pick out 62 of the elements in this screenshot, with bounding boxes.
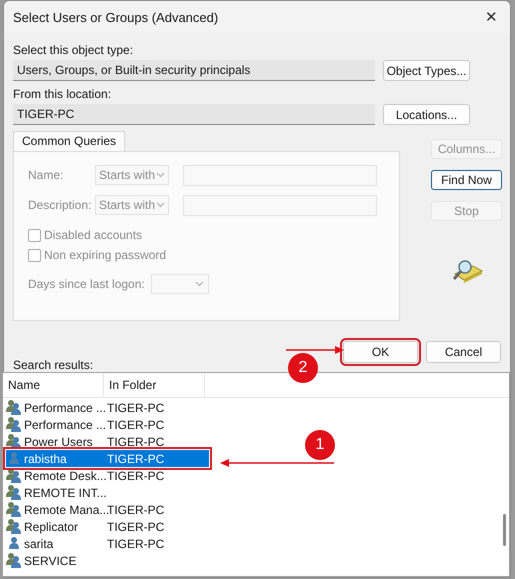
group-icon xyxy=(6,552,22,568)
checkbox-label: Non expiring password xyxy=(44,248,166,262)
result-row[interactable]: Power Users TIGER-PC xyxy=(6,433,209,450)
group-icon xyxy=(6,416,22,432)
user-icon xyxy=(6,536,22,552)
chevron-icon xyxy=(156,202,165,208)
result-row[interactable]: rabistha TIGER-PC xyxy=(6,450,209,467)
field-label: From this location: xyxy=(13,87,112,101)
row-name: Performance ... xyxy=(24,400,106,414)
row-name: REMOTE INT... xyxy=(24,486,107,500)
group-icon xyxy=(6,400,22,416)
row-name: Replicator xyxy=(24,520,78,534)
row-folder: TIGER-PC xyxy=(106,418,164,432)
result-row[interactable]: SERVICE xyxy=(6,552,209,569)
window-title: Select Users or Groups (Advanced) xyxy=(13,10,218,24)
row-name: SERVICE xyxy=(24,554,76,568)
arrow xyxy=(286,345,346,355)
field-label: Days since last logon: xyxy=(28,277,145,291)
row-name: Remote Mana... xyxy=(24,502,110,516)
row-name: Performance ... xyxy=(24,418,106,432)
group-icon xyxy=(6,468,22,484)
result-row[interactable]: Performance ...TIGER-PC xyxy=(6,399,209,416)
column-header[interactable]: In Folder xyxy=(104,373,205,397)
row-folder: TIGER-PC xyxy=(106,400,164,414)
result-row[interactable]: sarita TIGER-PC xyxy=(6,535,209,552)
group-icon xyxy=(6,518,22,534)
results-label: Search results: xyxy=(13,358,94,372)
field-label: Name: xyxy=(28,168,64,182)
group-icon xyxy=(6,502,22,518)
dialog-button[interactable]: Object Types... xyxy=(383,60,470,81)
result-row[interactable]: Replicator TIGER-PC xyxy=(6,518,209,535)
dialog-button[interactable]: Cancel xyxy=(426,341,501,363)
side-button[interactable]: Find Now xyxy=(431,170,502,190)
result-row[interactable]: REMOTE INT... xyxy=(6,484,209,501)
row-folder: TIGER-PC xyxy=(106,434,164,448)
row-name: sarita xyxy=(24,536,54,550)
field-label: Select this object type: xyxy=(13,43,134,57)
result-row[interactable]: Remote Desk...TIGER-PC xyxy=(6,467,209,484)
checkbox-label: Disabled accounts xyxy=(44,228,142,242)
row-folder: TIGER-PC xyxy=(106,520,164,534)
user-icon xyxy=(6,450,22,466)
row-folder: TIGER-PC xyxy=(106,536,164,550)
field-label: Description: xyxy=(28,198,92,212)
chevron-icon xyxy=(156,172,165,178)
dialog-button[interactable]: Locations... xyxy=(383,104,470,125)
row-name: Power Users xyxy=(24,434,93,448)
row-name: Remote Desk... xyxy=(24,468,107,482)
tab[interactable]: Common Queries xyxy=(13,131,126,151)
group-icon xyxy=(6,434,22,450)
close-button[interactable]: ✕ xyxy=(481,8,502,26)
magnifier-tray-icon xyxy=(450,258,482,284)
row-name: rabistha xyxy=(24,452,67,466)
result-row[interactable]: Performance ...TIGER-PC xyxy=(6,416,209,433)
chevron-icon xyxy=(194,281,204,287)
readonly-field: Users, Groups, or Built-in security principals xyxy=(13,60,375,81)
column-header[interactable]: Name xyxy=(3,373,104,397)
row-folder: TIGER-PC xyxy=(106,452,164,466)
scrollbar-thumb[interactable] xyxy=(503,514,506,546)
dialog-button[interactable]: OK xyxy=(343,341,418,363)
result-row[interactable]: Remote Mana...TIGER-PC xyxy=(6,501,209,518)
readonly-field: TIGER-PC xyxy=(13,104,375,125)
group-icon xyxy=(6,484,22,500)
